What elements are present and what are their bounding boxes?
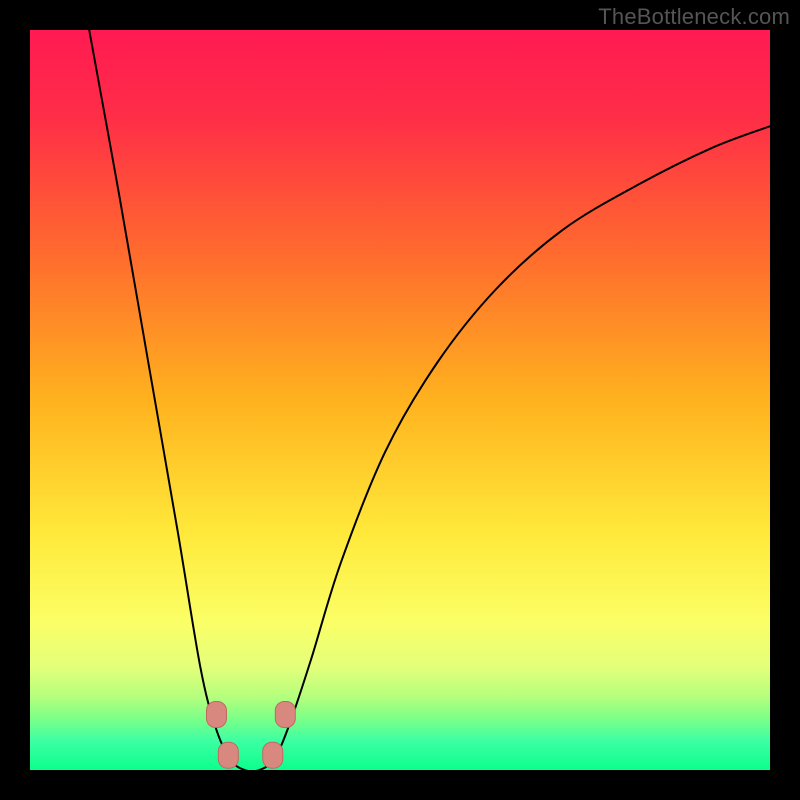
curve-marker bbox=[218, 742, 238, 768]
curve-marker bbox=[206, 702, 226, 728]
chart-svg bbox=[30, 30, 770, 770]
gradient-background bbox=[30, 30, 770, 770]
curve-marker bbox=[263, 742, 283, 768]
plot-area bbox=[30, 30, 770, 770]
chart-frame: TheBottleneck.com bbox=[0, 0, 800, 800]
watermark-text: TheBottleneck.com bbox=[598, 4, 790, 30]
curve-marker bbox=[275, 702, 295, 728]
